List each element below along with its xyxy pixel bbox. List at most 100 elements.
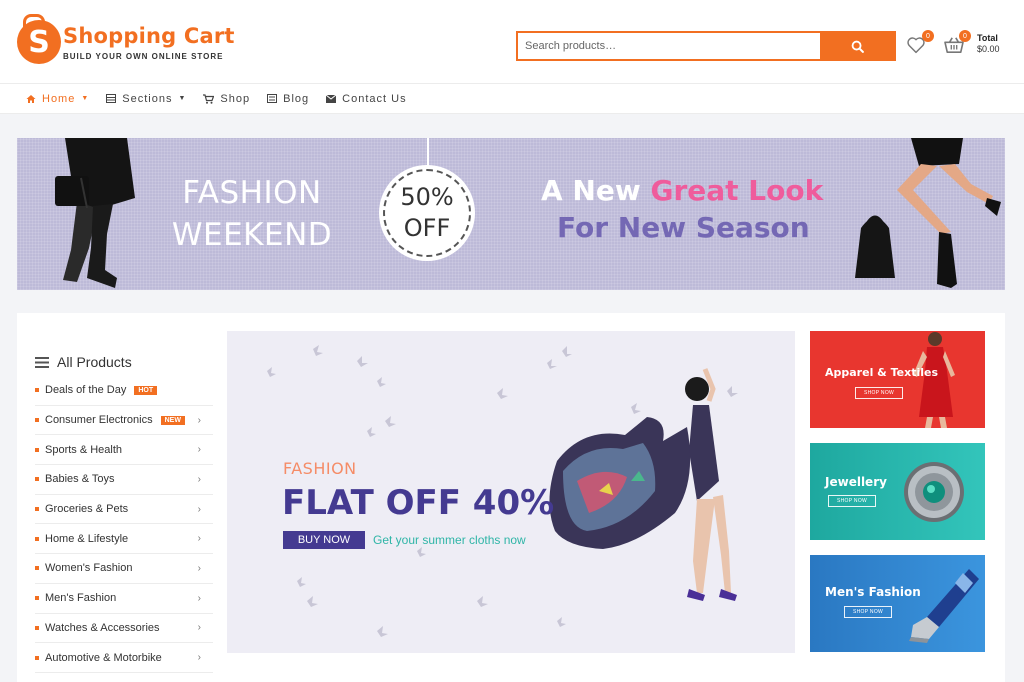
promo-mens-fashion[interactable]: Men's Fashion SHOP NOW — [810, 555, 985, 652]
cart-icon — [203, 93, 215, 104]
category-item-watches[interactable]: Watches & Accessories › — [35, 614, 213, 644]
nav-item-home[interactable]: Home ▼ — [26, 93, 89, 105]
bullet-icon — [35, 655, 39, 660]
red-dress-model-image — [913, 332, 955, 428]
sidebar-heading[interactable]: All Products — [35, 351, 213, 373]
banner-slogan: A New Great Look For New Season — [541, 172, 823, 246]
nav-item-shop[interactable]: Shop — [203, 93, 250, 105]
shop-now-button[interactable]: SHOP NOW — [844, 606, 892, 618]
slogan-line2: For New Season — [557, 211, 810, 244]
bullet-icon — [35, 447, 39, 452]
cart-button[interactable]: 0 — [943, 30, 971, 56]
bullet-icon — [35, 477, 39, 482]
ring-image — [904, 462, 964, 522]
model-legs-left-image — [55, 138, 135, 288]
nav-label-blog: Blog — [283, 92, 310, 105]
chevron-right-icon: › — [197, 414, 201, 426]
logo-title: Shopping Cart — [63, 23, 235, 48]
search-bar — [516, 31, 896, 61]
bullet-icon — [35, 566, 39, 571]
chevron-down-icon: ▼ — [178, 95, 187, 102]
category-label: Men's Fashion — [45, 592, 117, 605]
grid-icon — [106, 94, 117, 103]
category-label: Babies & Toys — [45, 473, 115, 486]
hero-kicker: FASHION — [283, 459, 357, 478]
chevron-right-icon: › — [197, 444, 201, 456]
category-label: Consumer Electronics — [45, 414, 153, 427]
category-label: Women's Fashion — [45, 562, 133, 575]
nav-label-contact: Contact Us — [342, 92, 407, 105]
hot-badge: HOT — [134, 385, 158, 395]
hamburger-icon — [35, 356, 49, 368]
search-button[interactable] — [820, 33, 894, 59]
chevron-right-icon: › — [197, 592, 201, 604]
category-item-womens[interactable]: Women's Fashion › — [35, 554, 213, 584]
sidebar-heading-label: All Products — [57, 354, 132, 370]
cart-total-label: Total — [977, 33, 998, 43]
promo-title: Men's Fashion — [825, 585, 921, 599]
cart-count-badge: 0 — [959, 30, 971, 42]
category-label: Watches & Accessories — [45, 621, 160, 634]
bullet-icon — [35, 536, 39, 541]
slogan-part-b: Great Look — [650, 174, 824, 207]
buy-now-button[interactable]: BUY NOW — [283, 531, 365, 549]
hero-slider[interactable]: FASHION FLAT OFF 40% BUY NOW Get your su… — [227, 331, 795, 653]
bullet-icon — [35, 507, 39, 512]
hair-clipper-image — [909, 569, 979, 643]
category-item-automotive[interactable]: Automotive & Motorbike › — [35, 643, 213, 673]
banner-left-line2: WEEKEND — [171, 217, 333, 253]
logo-text: Shopping Cart BUILD YOUR OWN ONLINE STOR… — [63, 24, 235, 61]
envelope-icon — [326, 94, 337, 103]
list-icon — [267, 94, 278, 103]
chevron-right-icon: › — [197, 503, 201, 515]
wishlist-button[interactable]: 0 — [906, 30, 934, 56]
nav-label-sections: Sections — [122, 92, 173, 105]
logo-letter: S — [28, 24, 50, 60]
chevron-right-icon: › — [197, 652, 201, 664]
nav-label-home: Home — [42, 92, 76, 105]
category-label: Deals of the Day — [45, 384, 127, 397]
promo-jewellery[interactable]: Jewellery SHOP NOW — [810, 443, 985, 540]
bullet-icon — [35, 596, 39, 601]
nav-item-contact[interactable]: Contact Us — [326, 93, 406, 105]
nav-item-sections[interactable]: Sections ▼ — [106, 93, 186, 105]
nav-label-shop: Shop — [220, 92, 251, 105]
search-icon — [851, 40, 864, 53]
logo-tagline: BUILD YOUR OWN ONLINE STORE — [63, 51, 224, 61]
category-item-deals[interactable]: Deals of the Day HOT — [35, 376, 213, 406]
main-nav: Home ▼ Sections ▼ Shop Blog Contact Us — [0, 84, 1024, 114]
cart-total[interactable]: Total $0.00 — [977, 33, 1000, 55]
bullet-icon — [35, 625, 39, 630]
chevron-right-icon: › — [197, 533, 201, 545]
search-input[interactable] — [518, 33, 820, 59]
nav-item-blog[interactable]: Blog — [267, 93, 309, 105]
fashion-weekend-banner[interactable]: FASHION WEEKEND 50% OFF A New Great Look… — [17, 138, 1005, 290]
main-panel: All Products Deals of the Day HOT Consume… — [17, 313, 1005, 682]
site-header: S Shopping Cart BUILD YOUR OWN ONLINE ST… — [0, 0, 1024, 84]
category-item-sports[interactable]: Sports & Health › — [35, 435, 213, 466]
hero-subtitle: Get your summer cloths now — [373, 533, 526, 547]
category-item-groceries[interactable]: Groceries & Pets › — [35, 495, 213, 525]
shop-now-button[interactable]: SHOP NOW — [828, 495, 876, 507]
model-legs-right-image — [855, 138, 1001, 288]
category-label: Sports & Health — [45, 443, 123, 456]
site-logo[interactable]: S Shopping Cart BUILD YOUR OWN ONLINE ST… — [17, 14, 235, 64]
chevron-down-icon: ▼ — [81, 95, 90, 102]
hero-title: FLAT OFF 40% — [282, 483, 555, 523]
discount-tag: 50% OFF — [379, 165, 475, 261]
shop-now-button[interactable]: SHOP NOW — [855, 387, 903, 399]
slogan-part-a: A New — [541, 174, 651, 207]
discount-off: OFF — [403, 214, 451, 242]
chevron-right-icon: › — [197, 473, 201, 485]
promo-apparel[interactable]: Apparel & Textiles SHOP NOW — [810, 331, 985, 428]
bullet-icon — [35, 418, 39, 423]
cart-total-value: $0.00 — [977, 44, 1000, 54]
category-item-home[interactable]: Home & Lifestyle › — [35, 524, 213, 555]
category-item-electronics[interactable]: Consumer Electronics NEW › — [35, 406, 213, 436]
home-icon — [26, 94, 36, 103]
category-item-mens[interactable]: Men's Fashion › — [35, 584, 213, 614]
wishlist-count-badge: 0 — [922, 30, 934, 42]
chevron-right-icon: › — [197, 562, 201, 574]
banner-fashion-weekend: FASHION WEEKEND — [167, 172, 337, 256]
category-item-babies[interactable]: Babies & Toys › — [35, 465, 213, 495]
